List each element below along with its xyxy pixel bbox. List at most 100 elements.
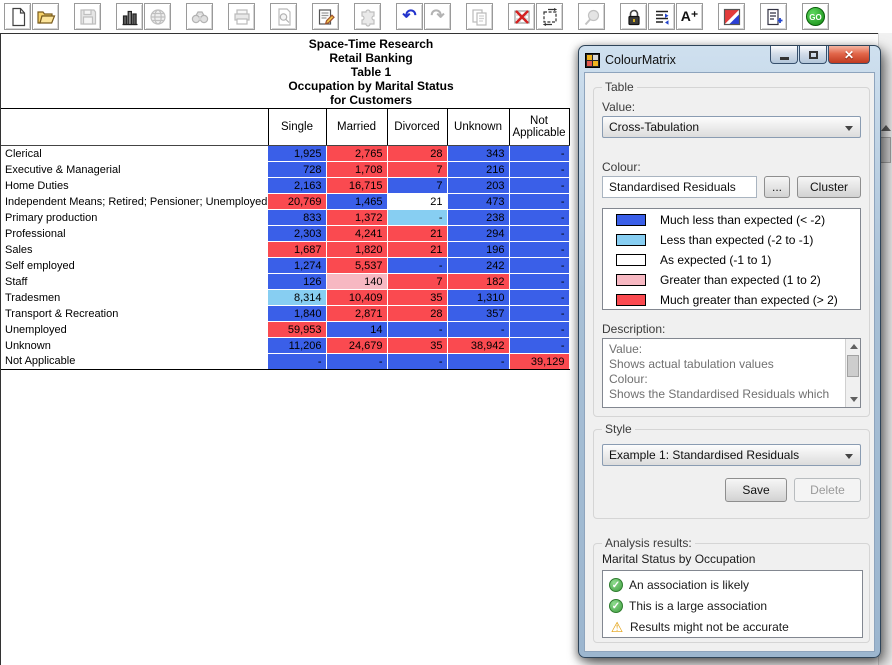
row-label[interactable]: Unknown	[1, 338, 268, 354]
row-label[interactable]: Sales	[1, 242, 268, 258]
table-cell[interactable]: 216	[447, 162, 509, 178]
table-cell[interactable]: 21	[387, 194, 447, 210]
table-cell[interactable]: -	[509, 274, 569, 290]
table-cell[interactable]: 20,769	[268, 194, 326, 210]
table-cell[interactable]: 1,465	[326, 194, 387, 210]
column-header[interactable]: Married	[326, 109, 387, 146]
table-cell[interactable]: 196	[447, 242, 509, 258]
table-cell[interactable]: 2,163	[268, 178, 326, 194]
table-cell[interactable]: -	[326, 354, 387, 370]
table-cell[interactable]: -	[509, 178, 569, 194]
table-cell[interactable]: 343	[447, 146, 509, 162]
table-cell[interactable]: 35	[387, 290, 447, 306]
table-cell[interactable]: 4,241	[326, 226, 387, 242]
table-cell[interactable]: -	[509, 322, 569, 338]
go-button[interactable]: GO	[802, 3, 829, 30]
table-cell[interactable]: 7	[387, 274, 447, 290]
table-cell[interactable]: 16,715	[326, 178, 387, 194]
table-cell[interactable]: 140	[326, 274, 387, 290]
chart-view-button[interactable]	[116, 3, 143, 30]
table-cell[interactable]: -	[268, 354, 326, 370]
table-cell[interactable]: -	[509, 290, 569, 306]
row-label[interactable]: Self employed	[1, 258, 268, 274]
table-cell[interactable]: 24,679	[326, 338, 387, 354]
scroll-up-icon[interactable]	[881, 125, 891, 131]
table-cell[interactable]: 38,942	[447, 338, 509, 354]
colour-ellipsis-button[interactable]: ...	[764, 176, 790, 198]
table-cell[interactable]: 1,310	[447, 290, 509, 306]
table-cell[interactable]: 28	[387, 306, 447, 322]
table-cell[interactable]: 833	[268, 210, 326, 226]
table-cell[interactable]: -	[509, 242, 569, 258]
open-button[interactable]	[32, 3, 59, 30]
field-order-button[interactable]	[648, 3, 675, 30]
table-cell[interactable]: 126	[268, 274, 326, 290]
scrollbar-thumb[interactable]	[847, 355, 859, 377]
table-cell[interactable]: 238	[447, 210, 509, 226]
row-label[interactable]: Not Applicable	[1, 354, 268, 370]
table-cell[interactable]: -	[447, 322, 509, 338]
minimize-button[interactable]	[770, 46, 798, 64]
column-header[interactable]: Divorced	[387, 109, 447, 146]
edit-annotations-button[interactable]	[312, 3, 339, 30]
restore-button[interactable]	[799, 46, 827, 64]
table-cell[interactable]: 7	[387, 178, 447, 194]
table-cell[interactable]: -	[509, 194, 569, 210]
table-cell[interactable]: 7	[387, 162, 447, 178]
reshape-table-button[interactable]	[536, 3, 563, 30]
table-cell[interactable]: -	[387, 210, 447, 226]
font-size-button[interactable]: A⁺	[676, 3, 703, 30]
table-cell[interactable]: 28	[387, 146, 447, 162]
table-cell[interactable]: 1,274	[268, 258, 326, 274]
delete-derivation-button[interactable]	[508, 3, 535, 30]
lock-button[interactable]	[620, 3, 647, 30]
table-cell[interactable]: 1,687	[268, 242, 326, 258]
table-cell[interactable]: 10,409	[326, 290, 387, 306]
table-cell[interactable]: 357	[447, 306, 509, 322]
table-cell[interactable]: -	[447, 354, 509, 370]
scroll-down-icon[interactable]	[850, 397, 858, 402]
row-label[interactable]: Staff	[1, 274, 268, 290]
table-cell[interactable]: 1,925	[268, 146, 326, 162]
table-cell[interactable]: -	[387, 258, 447, 274]
table-cell[interactable]: 294	[447, 226, 509, 242]
colour-input[interactable]: Standardised Residuals	[602, 176, 757, 198]
row-label[interactable]: Independent Means; Retired; Pensioner; U…	[1, 194, 268, 210]
table-cell[interactable]: 14	[326, 322, 387, 338]
table-cell[interactable]: 1,820	[326, 242, 387, 258]
table-cell[interactable]: 59,953	[268, 322, 326, 338]
value-combobox[interactable]: Cross-Tabulation	[602, 116, 861, 138]
table-cell[interactable]: 39,129	[509, 354, 569, 370]
scroll-up-icon[interactable]	[850, 344, 858, 349]
table-cell[interactable]: -	[509, 338, 569, 354]
table-cell[interactable]: -	[509, 210, 569, 226]
column-header[interactable]: Single	[268, 109, 326, 146]
undo-button[interactable]: ↶	[396, 3, 423, 30]
row-label[interactable]: Unemployed	[1, 322, 268, 338]
table-cell[interactable]: -	[509, 306, 569, 322]
table-cell[interactable]: 2,303	[268, 226, 326, 242]
scrollbar-thumb[interactable]	[880, 137, 891, 163]
add-annotation-button[interactable]	[760, 3, 787, 30]
description-scrollbar[interactable]	[845, 339, 860, 407]
table-cell[interactable]: 1,372	[326, 210, 387, 226]
table-cell[interactable]: 728	[268, 162, 326, 178]
row-label[interactable]: Primary production	[1, 210, 268, 226]
table-cell[interactable]: 182	[447, 274, 509, 290]
table-cell[interactable]: 5,537	[326, 258, 387, 274]
table-cell[interactable]: 8,314	[268, 290, 326, 306]
table-cell[interactable]: 203	[447, 178, 509, 194]
cluster-button[interactable]: Cluster	[797, 176, 861, 198]
table-cell[interactable]: 1,840	[268, 306, 326, 322]
column-header[interactable]: Unknown	[447, 109, 509, 146]
style-combobox[interactable]: Example 1: Standardised Residuals	[602, 444, 861, 466]
table-cell[interactable]: 242	[447, 258, 509, 274]
row-label[interactable]: Executive & Managerial	[1, 162, 268, 178]
table-cell[interactable]: 11,206	[268, 338, 326, 354]
row-label[interactable]: Tradesmen	[1, 290, 268, 306]
save-button[interactable]: Save	[725, 478, 787, 502]
table-cell[interactable]: 35	[387, 338, 447, 354]
column-header[interactable]: Not Applicable	[509, 109, 569, 146]
table-cell[interactable]: 2,871	[326, 306, 387, 322]
table-cell[interactable]: -	[509, 162, 569, 178]
